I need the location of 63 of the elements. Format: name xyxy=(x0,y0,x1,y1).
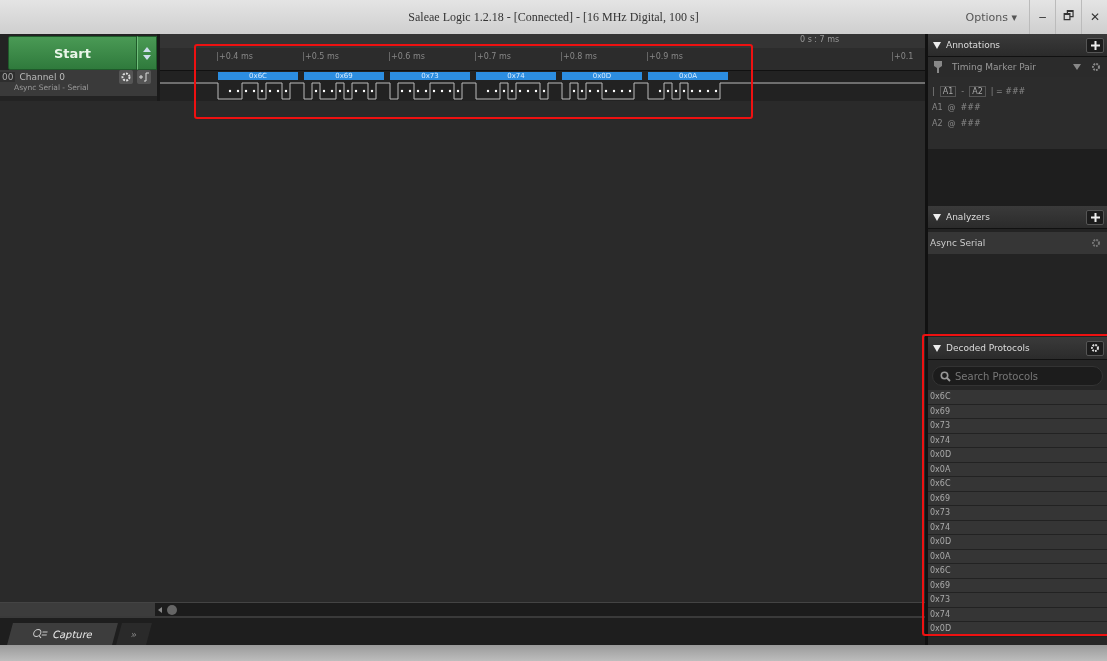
time-tick-label: +0.1 xyxy=(892,52,914,61)
time-tick-label: +0.9 ms xyxy=(647,52,683,61)
marker-pin-icon xyxy=(934,61,942,73)
search-icon xyxy=(30,628,50,640)
decoded-row[interactable]: 0x73 xyxy=(928,419,1107,434)
channel-number: 00 xyxy=(0,72,16,82)
marker-dropdown[interactable]: Timing Marker Pair xyxy=(928,57,1107,77)
bottom-tab[interactable]: » xyxy=(115,623,152,645)
time-tick-label: +0.7 ms xyxy=(475,52,511,61)
trigger-icon[interactable] xyxy=(137,70,151,84)
decoded-row[interactable]: 0x6C xyxy=(928,477,1107,492)
marker-tag: A2 xyxy=(969,85,986,97)
settings-icon[interactable] xyxy=(1091,238,1101,248)
settings-button[interactable] xyxy=(1086,340,1104,356)
start-button[interactable]: Start xyxy=(8,36,137,70)
channel-name: Channel 0 xyxy=(19,72,66,82)
search-field[interactable]: Search Protocols xyxy=(932,366,1103,386)
window-title: Saleae Logic 1.2.18 - [Connected] - [16 MHz Digital, 100 s] xyxy=(408,9,699,25)
at-symbol: @ xyxy=(947,118,956,128)
time-tick-label: +0.5 ms xyxy=(303,52,339,61)
add-button[interactable] xyxy=(1086,209,1104,225)
plus-icon xyxy=(1090,212,1100,222)
settings-icon[interactable] xyxy=(119,70,133,84)
add-button[interactable] xyxy=(1086,37,1104,53)
panel-title: Annotations xyxy=(946,40,1001,50)
marker-label: A1 xyxy=(932,102,943,112)
marker-label: A2 xyxy=(932,118,943,128)
at-symbol: @ xyxy=(947,102,956,112)
time-tick-label: +0.6 ms xyxy=(389,52,425,61)
collapse-triangle-icon[interactable] xyxy=(933,41,941,49)
decoded-row[interactable]: 0x73 xyxy=(928,506,1107,521)
decoded-row[interactable]: 0x0D xyxy=(928,535,1107,550)
options-menu[interactable]: Options ▾ xyxy=(953,0,1029,34)
bottom-tab[interactable]: Capture xyxy=(7,623,118,645)
marker-time-value: ### xyxy=(960,118,981,128)
decoded-row[interactable]: 0x6C xyxy=(928,390,1107,405)
marker-tag: A1 xyxy=(939,85,957,97)
decoded-row[interactable]: 0x73 xyxy=(928,593,1107,608)
cursor-time: 0 s : 7 ms xyxy=(800,35,840,44)
panel-title: Decoded Protocols xyxy=(946,343,1030,353)
search-icon xyxy=(940,371,951,382)
marker-type-label: Timing Marker Pair xyxy=(952,62,1037,72)
bar-symbol: | xyxy=(932,86,935,96)
panel-header[interactable]: Annotations xyxy=(928,34,1107,57)
settings-icon xyxy=(1090,343,1100,353)
decoded-row[interactable]: 0x0D xyxy=(928,448,1107,463)
plus-icon xyxy=(1090,40,1100,50)
settings-icon[interactable] xyxy=(1091,62,1101,72)
panel-title: Analyzers xyxy=(946,212,990,222)
marker-time-value: ### xyxy=(960,102,981,112)
speed-arrows-icon[interactable] xyxy=(137,36,157,70)
analyzer-name: Async Serial xyxy=(930,238,986,248)
decoded-row[interactable]: 0x6C xyxy=(928,564,1107,579)
time-tick-label: +0.8 ms xyxy=(561,52,597,61)
minus-symbol: - xyxy=(961,86,965,96)
collapse-triangle-icon[interactable] xyxy=(933,213,941,221)
panel-header[interactable]: Decoded Protocols xyxy=(928,337,1107,360)
dropdown-caret-icon xyxy=(1073,64,1081,70)
time-tick-label: +0.4 ms xyxy=(217,52,253,61)
difference-value: | = ### xyxy=(990,86,1026,96)
collapse-triangle-icon[interactable] xyxy=(933,344,941,352)
analyzer-item[interactable]: Async Serial xyxy=(928,232,1107,254)
panel-header[interactable]: Analyzers xyxy=(928,206,1107,229)
